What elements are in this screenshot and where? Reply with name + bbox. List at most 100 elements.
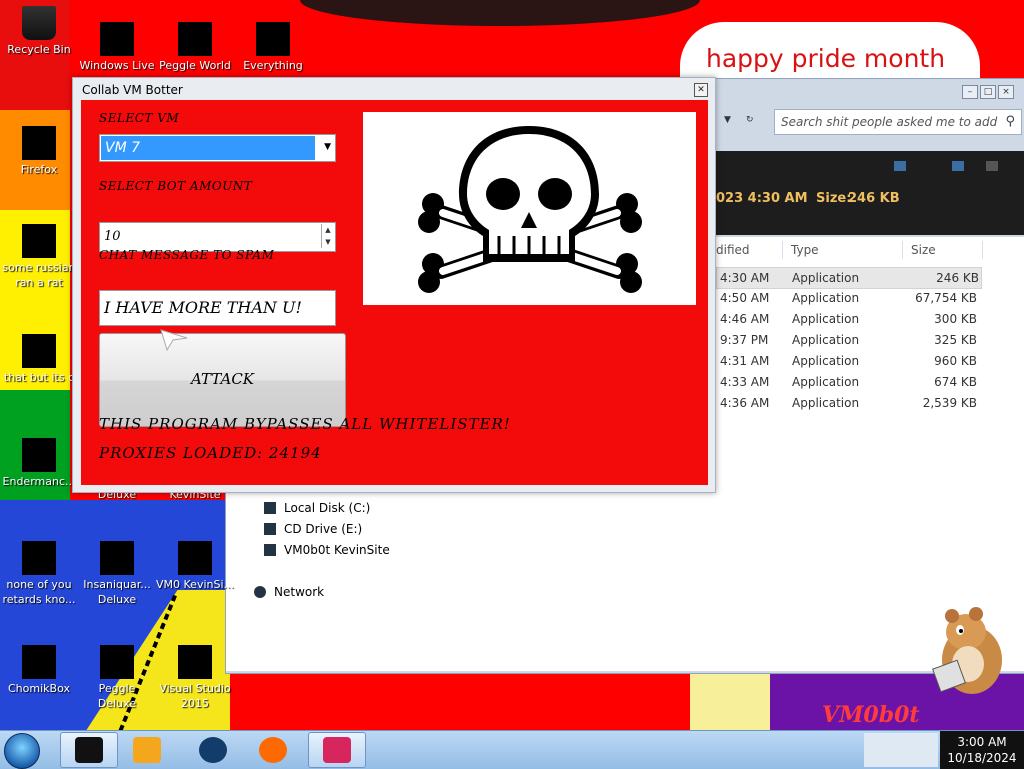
wallpaper-bottom-red — [230, 672, 690, 730]
globe-icon — [199, 737, 227, 763]
attack-button-label: ATTACK — [191, 370, 254, 388]
table-row[interactable]: 4:50 AM Application 67,754 KB — [716, 288, 980, 308]
desktop-icon-vm0-kevinsite[interactable]: VM0 KevinSi... — [156, 541, 234, 592]
details-size-label: Size: — [816, 191, 852, 206]
start-button[interactable] — [4, 733, 40, 769]
refresh-arrow-icon[interactable]: ↻ — [746, 115, 754, 125]
cell-type: Application — [792, 312, 860, 326]
explorer-caption-buttons: – □ × — [962, 85, 1014, 99]
table-row[interactable]: 4:36 AM Application 2,539 KB — [716, 393, 980, 413]
mouse-cursor-icon — [160, 329, 188, 352]
desktop-icon-visual-studio[interactable]: Visual Studio 2015 — [156, 645, 234, 711]
taskbar-firefox-button[interactable] — [244, 732, 302, 768]
tree-item-network[interactable]: Network — [254, 585, 324, 599]
tree-item-kevinsite[interactable]: VM0b0t KevinSite — [264, 543, 390, 557]
preview-icon[interactable] — [952, 161, 964, 171]
application-icon — [22, 438, 56, 472]
close-button[interactable]: × — [998, 85, 1014, 99]
details-date: 023 4:30 AM — [716, 191, 808, 206]
search-placeholder: Search shit people asked me to add — [781, 115, 998, 129]
bot-amount-label: SELECT BOT AMOUNT — [99, 179, 253, 193]
collab-vm-botter-window[interactable]: Collab VM Botter ✕ SELECT VM VM 7 ▼ SELE… — [72, 77, 716, 493]
column-header-type[interactable]: Type — [791, 243, 819, 257]
taskbar: 3:00 AM 10/18/2024 — [0, 730, 1024, 769]
table-row[interactable]: 4:30 AM Application 246 KB — [716, 267, 982, 289]
details-size-value: 246 KB — [848, 191, 900, 206]
table-row[interactable]: 4:46 AM Application 300 KB — [716, 309, 980, 329]
cell-type: Application — [792, 271, 860, 285]
minimize-button[interactable]: – — [962, 85, 978, 99]
spin-down-icon[interactable]: ▼ — [325, 238, 330, 246]
everything-icon — [256, 22, 290, 56]
cell-type: Application — [792, 333, 860, 347]
taskbar-botter-button[interactable] — [308, 732, 366, 768]
taskbar-globe-button[interactable] — [184, 732, 242, 768]
column-divider[interactable] — [782, 241, 783, 259]
chat-message-value: I HAVE MORE THAN U! — [104, 298, 302, 317]
select-vm-label: SELECT VM — [99, 111, 180, 125]
table-row[interactable]: 4:33 AM Application 674 KB — [716, 372, 980, 392]
wallpaper-bottom-yellow — [690, 672, 770, 730]
view-icon[interactable] — [894, 161, 906, 171]
cell-size: 300 KB — [934, 312, 977, 326]
desktop-icon-windows-live[interactable]: Windows Live — [78, 22, 156, 73]
wallpaper-brand-text: VM0b0t — [822, 702, 920, 728]
proxies-loaded-text: PROXIES LOADED: 24194 — [99, 444, 322, 462]
dropdown-arrow-icon[interactable]: ▼ — [724, 115, 731, 125]
vm-select[interactable]: VM 7 ▼ — [99, 134, 336, 162]
tree-item-local-disk[interactable]: Local Disk (C:) — [264, 501, 370, 515]
desktop-icon-chomikbox[interactable]: ChomikBox — [0, 645, 78, 696]
column-divider[interactable] — [902, 241, 903, 259]
attack-button[interactable]: ATTACK — [99, 333, 346, 427]
taskbar-media-player-button[interactable] — [118, 732, 176, 768]
desktop-icon-peggle-deluxe[interactable]: Peggle Deluxe — [78, 645, 156, 711]
table-row[interactable]: 9:37 PM Application 325 KB — [716, 330, 980, 350]
maximize-button[interactable]: □ — [980, 85, 996, 99]
cell-modified: 4:36 AM — [720, 396, 770, 410]
table-row[interactable]: 4:31 AM Application 960 KB — [716, 351, 980, 371]
taskbar-explorer-button[interactable] — [60, 732, 118, 768]
firefox-icon — [259, 737, 287, 763]
firefox-icon — [22, 126, 56, 160]
botter-app-icon — [323, 737, 351, 763]
peggle-world-icon — [178, 22, 212, 56]
desktop-icon-russian-rat[interactable]: some russian ran a rat — [0, 224, 78, 290]
cell-size: 960 KB — [934, 354, 977, 368]
clock-date: 10/18/2024 — [947, 751, 1017, 765]
desktop-icon-peggle-world[interactable]: Peggle World — [156, 22, 234, 73]
drive-icon — [264, 544, 276, 556]
chat-message-field[interactable]: I HAVE MORE THAN U! — [99, 290, 336, 326]
desktop-icon-endermanch[interactable]: Endermanc... — [0, 438, 78, 489]
desktop-icon-that-but[interactable]: that but its c — [0, 334, 78, 385]
application-icon — [22, 541, 56, 575]
help-icon[interactable] — [986, 161, 998, 171]
close-button[interactable]: ✕ — [694, 83, 708, 97]
skull-crossbones-icon — [418, 126, 642, 293]
chat-message-label: CHAT MESSAGE TO SPAM — [99, 248, 275, 262]
desktop-icon-none-of-you[interactable]: none of you retards kno... — [0, 541, 78, 607]
desktop-icon-firefox[interactable]: Firefox — [0, 126, 78, 177]
chevron-down-icon[interactable]: ▼ — [324, 142, 331, 152]
column-header-size[interactable]: Size — [911, 243, 936, 257]
desktop-icon-everything[interactable]: Everything — [234, 22, 312, 73]
search-input[interactable]: Search shit people asked me to add ⚲ — [774, 109, 1022, 135]
desktop-icon-insaniquarium[interactable]: Insaniquar... Deluxe — [78, 541, 156, 607]
system-tray[interactable] — [864, 733, 938, 767]
cell-modified: 9:37 PM — [720, 333, 769, 347]
spin-up-icon[interactable]: ▲ — [325, 226, 330, 234]
application-icon — [22, 334, 56, 368]
cell-modified: 4:31 AM — [720, 354, 770, 368]
network-icon — [254, 586, 266, 598]
spin-buttons[interactable]: ▲ ▼ — [321, 224, 334, 248]
speech-bubble-text: happy pride month — [706, 44, 946, 73]
desktop-icon-recycle-bin[interactable]: Recycle Bin — [0, 6, 78, 57]
cell-type: Application — [792, 396, 860, 410]
column-header-modified[interactable]: dified — [716, 243, 750, 257]
vm-select-value: VM 7 — [101, 136, 315, 160]
clock[interactable]: 3:00 AM 10/18/2024 — [940, 731, 1024, 769]
search-icon[interactable]: ⚲ — [1005, 114, 1015, 129]
column-divider[interactable] — [982, 241, 983, 259]
cell-type: Application — [792, 354, 860, 368]
tree-item-cd-drive[interactable]: CD Drive (E:) — [264, 522, 362, 536]
vm0-icon — [178, 541, 212, 575]
